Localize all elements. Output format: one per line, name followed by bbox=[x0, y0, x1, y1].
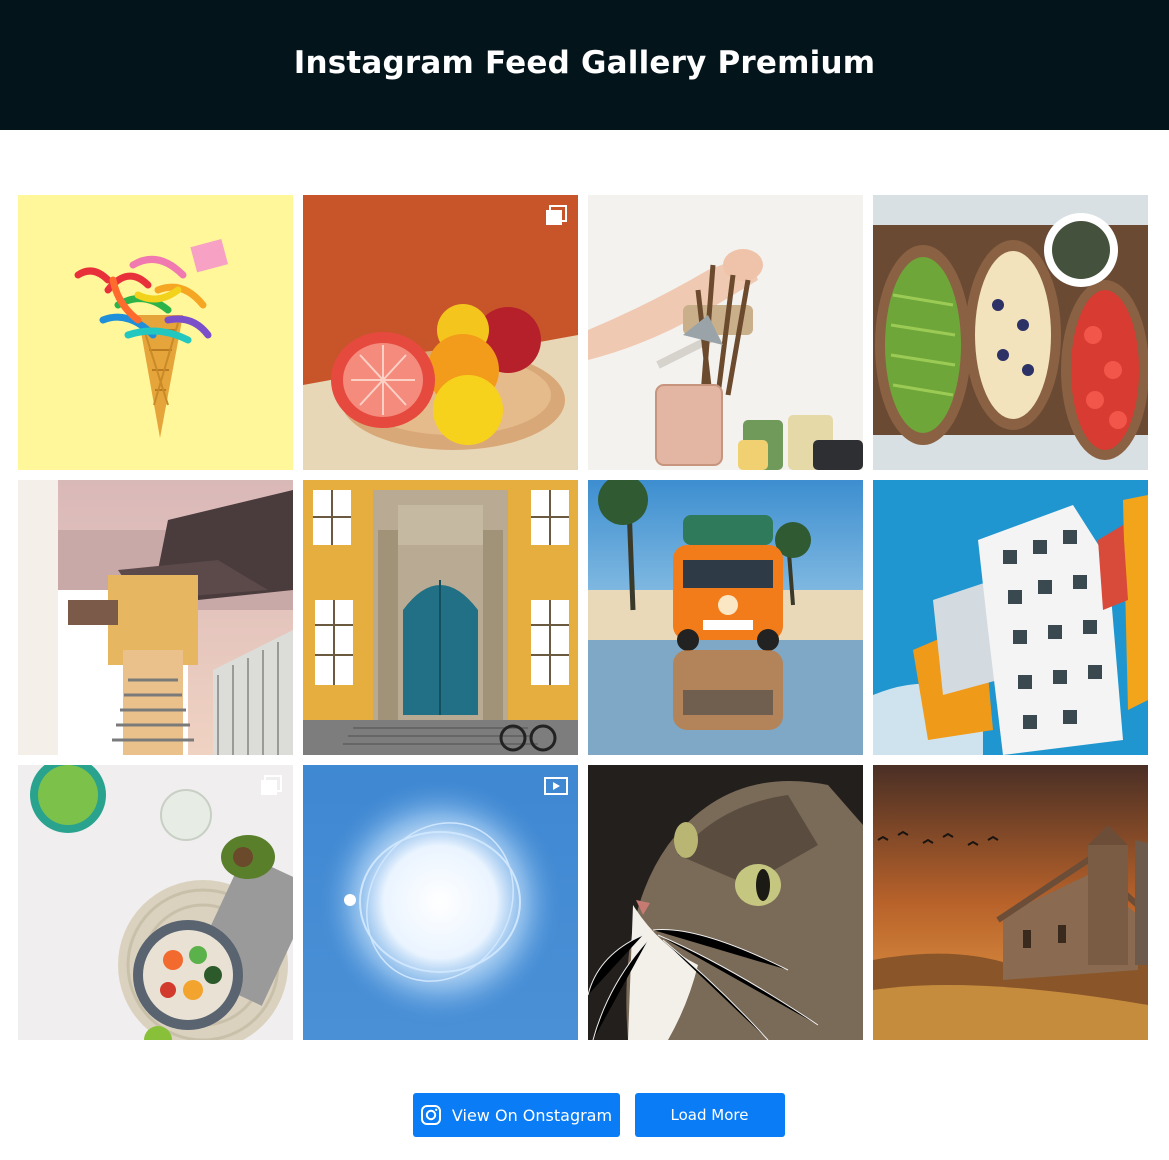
gallery-post-10[interactable] bbox=[303, 765, 578, 1040]
gallery-post-6[interactable] bbox=[303, 480, 578, 755]
post-image bbox=[18, 195, 293, 470]
post-image bbox=[303, 765, 578, 1040]
post-image bbox=[588, 195, 863, 470]
view-on-instagram-label: View On Onstagram bbox=[451, 1105, 613, 1125]
gallery-post-5[interactable] bbox=[18, 480, 293, 755]
post-image bbox=[873, 765, 1148, 1040]
page-header: Instagram Feed Gallery Premium bbox=[0, 0, 1169, 130]
gallery-actions: View On Onstagram Load More bbox=[0, 1093, 1169, 1137]
post-image bbox=[588, 765, 863, 1040]
post-image bbox=[588, 480, 863, 755]
post-image bbox=[303, 480, 578, 755]
gallery-post-7[interactable] bbox=[588, 480, 863, 755]
instagram-gallery-grid bbox=[18, 195, 1148, 1040]
load-more-label: Load More bbox=[670, 1106, 749, 1124]
post-image bbox=[18, 480, 293, 755]
post-image bbox=[873, 195, 1148, 470]
view-on-instagram-button[interactable]: View On Onstagram bbox=[412, 1093, 620, 1137]
gallery-post-4[interactable] bbox=[873, 195, 1148, 470]
instagram-icon bbox=[420, 1105, 441, 1125]
carousel-icon bbox=[544, 205, 568, 227]
page-title: Instagram Feed Gallery Premium bbox=[293, 45, 876, 81]
gallery-post-12[interactable] bbox=[873, 765, 1148, 1040]
gallery-post-9[interactable] bbox=[18, 765, 293, 1040]
gallery-post-8[interactable] bbox=[873, 480, 1148, 755]
gallery-post-11[interactable] bbox=[588, 765, 863, 1040]
post-image bbox=[18, 765, 293, 1040]
video-icon bbox=[544, 775, 568, 797]
gallery-post-1[interactable] bbox=[18, 195, 293, 470]
post-image bbox=[873, 480, 1148, 755]
load-more-button[interactable]: Load More bbox=[634, 1093, 785, 1137]
carousel-icon bbox=[259, 775, 283, 797]
gallery-post-3[interactable] bbox=[588, 195, 863, 470]
post-image bbox=[303, 195, 578, 470]
gallery-post-2[interactable] bbox=[303, 195, 578, 470]
